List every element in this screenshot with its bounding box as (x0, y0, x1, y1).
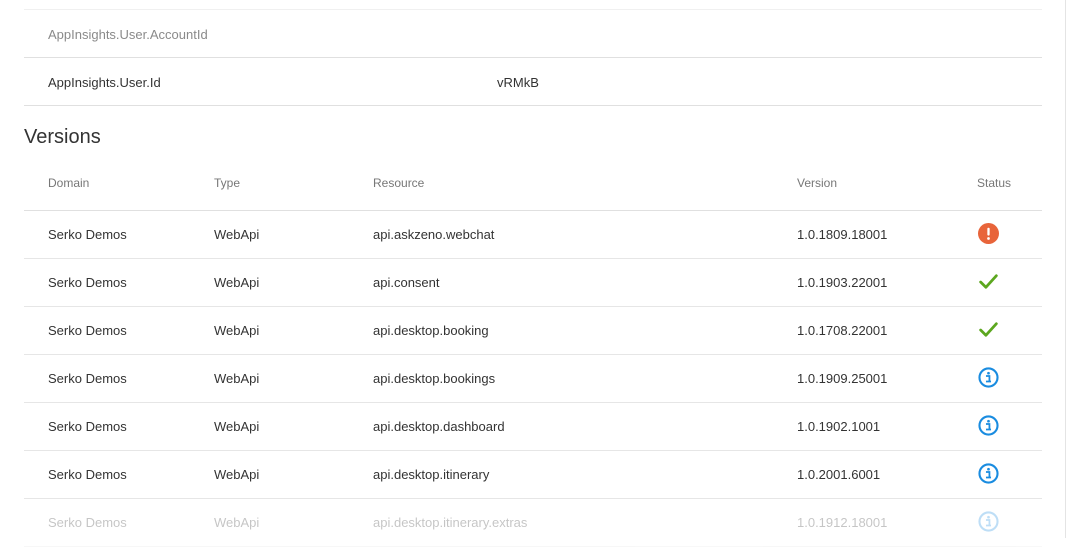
column-header-resource[interactable]: Resource (373, 176, 424, 190)
versions-table: Domain Type Resource Version Status Serk… (24, 162, 1042, 547)
cell-resource: api.desktop.dashboard (373, 419, 505, 434)
cell-type: WebApi (214, 467, 260, 482)
info-icon (978, 367, 999, 388)
cell-domain: Serko Demos (48, 515, 127, 530)
table-header: Domain Type Resource Version Status (24, 162, 1042, 211)
column-header-status[interactable]: Status (977, 176, 1011, 190)
details-panel: AppInsights.User.AccountId AppInsights.U… (24, 0, 1042, 547)
property-row-account-id: AppInsights.User.AccountId (24, 9, 1042, 58)
cell-domain: Serko Demos (48, 419, 127, 434)
cell-resource: api.desktop.booking (373, 323, 489, 338)
cell-version: 1.0.1903.22001 (797, 275, 888, 290)
cell-resource: api.askzeno.webchat (373, 227, 495, 242)
cell-version: 1.0.1912.18001 (797, 515, 888, 530)
scroll-edge-divider (1065, 0, 1066, 538)
cell-version: 1.0.2001.6001 (797, 467, 881, 482)
property-key: AppInsights.User.Id (48, 75, 161, 90)
error-icon (978, 223, 999, 244)
column-header-version[interactable]: Version (797, 176, 837, 190)
checkmark-icon (978, 319, 999, 340)
cell-domain: Serko Demos (48, 371, 127, 386)
checkmark-icon (978, 271, 999, 292)
cell-resource: api.desktop.itinerary (373, 467, 490, 482)
cell-type: WebApi (214, 227, 260, 242)
cell-type: WebApi (214, 419, 260, 434)
cell-version: 1.0.1708.22001 (797, 323, 888, 338)
table-body: Serko Demos WebApi api.askzeno.webchat 1.0.… (24, 211, 1042, 547)
info-icon (978, 463, 999, 484)
table-row[interactable]: Serko Demos WebApi api.desktop.booking 1.0.… (24, 307, 1042, 355)
property-value: vRMkB (497, 75, 539, 90)
cell-domain: Serko Demos (48, 323, 127, 338)
cell-domain: Serko Demos (48, 467, 127, 482)
table-row[interactable]: Serko Demos WebApi api.desktop.itinerary.e… (24, 499, 1042, 547)
property-key: AppInsights.User.AccountId (48, 27, 208, 42)
cell-domain: Serko Demos (48, 275, 127, 290)
property-row-user-id: AppInsights.User.Id vRMkB (24, 58, 1042, 106)
table-row[interactable]: Serko Demos WebApi api.desktop.dashboard 1.… (24, 403, 1042, 451)
cell-type: WebApi (214, 515, 260, 530)
cell-type: WebApi (214, 371, 260, 386)
cell-type: WebApi (214, 275, 260, 290)
info-icon (978, 415, 999, 436)
table-row[interactable]: Serko Demos WebApi api.desktop.itinerary 1.… (24, 451, 1042, 499)
table-row[interactable]: Serko Demos WebApi api.consent 1.0.1903.220… (24, 259, 1042, 307)
cell-type: WebApi (214, 323, 260, 338)
cell-resource: api.desktop.bookings (373, 371, 496, 386)
versions-title: Versions (24, 126, 101, 148)
cell-resource: api.consent (373, 275, 440, 290)
cell-domain: Serko Demos (48, 227, 127, 242)
cell-version: 1.0.1909.25001 (797, 371, 888, 386)
cell-resource: api.desktop.itinerary.extras (373, 515, 528, 530)
cell-version: 1.0.1902.1001 (797, 419, 881, 434)
cell-version: 1.0.1809.18001 (797, 227, 888, 242)
column-header-type[interactable]: Type (214, 176, 240, 190)
table-row[interactable]: Serko Demos WebApi api.askzeno.webchat 1.0.… (24, 211, 1042, 259)
table-row[interactable]: Serko Demos WebApi api.desktop.bookings 1.0… (24, 355, 1042, 403)
info-icon (978, 511, 999, 532)
column-header-domain[interactable]: Domain (48, 176, 89, 190)
